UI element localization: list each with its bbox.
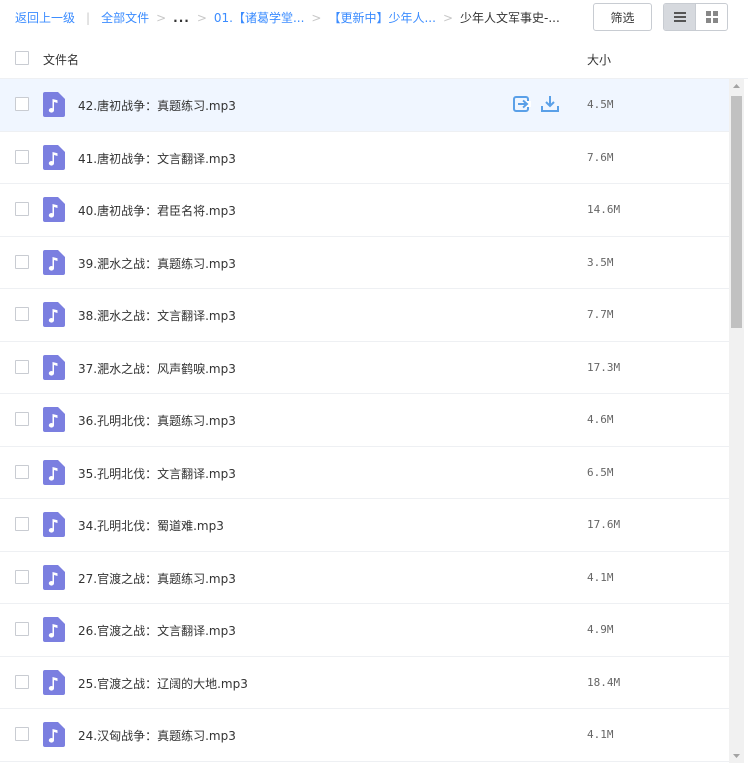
download-icon[interactable] (541, 95, 559, 113)
file-size: 17.3M (587, 360, 621, 374)
audio-file-icon (43, 722, 65, 747)
file-row[interactable]: 36.孔明北伐：真题练习.mp3 4.6M (0, 394, 729, 447)
file-name[interactable]: 39.淝水之战：真题练习.mp3 (78, 255, 236, 272)
file-size: 4.1M (587, 728, 614, 741)
file-size: 7.7M (587, 308, 614, 321)
file-checkbox[interactable] (15, 569, 29, 584)
file-name[interactable]: 36.孔明北伐：真题练习.mp3 (78, 412, 236, 429)
breadcrumb-arrow: > (196, 10, 207, 25)
file-name[interactable]: 25.官渡之战：辽阔的大地.mp3 (78, 675, 248, 692)
file-checkbox[interactable] (15, 464, 29, 479)
audio-file-icon (43, 354, 65, 380)
breadcrumb-current: 少年人文军事史-... (460, 11, 560, 25)
file-name[interactable]: 42.唐初战争：真题练习.mp3 (78, 97, 236, 114)
breadcrumb-folder-1[interactable]: 01.【诸葛学堂... (214, 9, 305, 26)
file-checkbox[interactable] (15, 307, 29, 321)
file-name[interactable]: 37.淝水之战：风声鹤唳.mp3 (78, 360, 236, 377)
file-checkbox[interactable] (15, 254, 29, 269)
audio-file-icon (43, 564, 65, 590)
breadcrumb-arrow: > (311, 10, 322, 25)
file-name[interactable]: 40.唐初战争：君臣名将.mp3 (78, 202, 236, 219)
list-view-icon (673, 12, 686, 22)
breadcrumb-all-files[interactable]: 全部文件 (101, 9, 149, 26)
row-actions (513, 95, 559, 113)
audio-file-icon (43, 459, 65, 485)
file-name[interactable]: 24.汉匈战争：真题练习.mp3 (78, 727, 236, 744)
file-list: 42.唐初战争：真题练习.mp3 4.5M 41.唐初战争：文言翻译.mp3 7.6M… (0, 79, 729, 762)
share-icon[interactable] (513, 95, 531, 113)
file-row[interactable]: 39.淝水之战：真题练习.mp3 3.5M (0, 237, 729, 289)
scrollbar-thumb[interactable] (731, 96, 742, 328)
top-bar: 返回上一级 | 全部文件 > ... > 01.【诸葛学堂... > 【更新中】… (0, 0, 748, 36)
file-checkbox[interactable] (15, 674, 29, 689)
file-name[interactable]: 26.官渡之战：文言翻译.mp3 (78, 622, 236, 639)
file-name[interactable]: 41.唐初战争：文言翻译.mp3 (78, 150, 236, 167)
select-all-checkbox[interactable] (15, 51, 29, 65)
file-name[interactable]: 27.官渡之战：真题练习.mp3 (78, 570, 236, 587)
audio-file-icon (43, 669, 65, 695)
grid-view-button[interactable] (695, 4, 727, 30)
scroll-up-arrow[interactable] (729, 79, 744, 93)
audio-file-icon (43, 144, 65, 170)
audio-file-icon (43, 197, 65, 222)
grid-view-icon (705, 11, 718, 23)
file-size: 14.6M (587, 203, 621, 216)
audio-file-icon (43, 249, 65, 275)
file-checkbox[interactable] (15, 622, 29, 636)
file-checkbox[interactable] (15, 359, 29, 374)
audio-file-icon (43, 92, 65, 117)
back-link[interactable]: 返回上一级 (15, 9, 75, 26)
file-checkbox[interactable] (15, 727, 29, 741)
file-size: 4.6M (587, 413, 614, 426)
file-row[interactable]: 24.汉匈战争：真题练习.mp3 4.1M (0, 709, 729, 762)
file-size: 3.5M (587, 255, 614, 269)
breadcrumb-arrow: > (156, 10, 167, 25)
file-size: 17.6M (587, 518, 621, 531)
audio-file-icon (43, 407, 65, 432)
file-size: 7.6M (587, 150, 614, 164)
breadcrumb-arrow: > (442, 10, 453, 25)
file-size: 18.4M (587, 675, 621, 689)
file-checkbox[interactable] (15, 149, 29, 164)
file-row[interactable]: 37.淝水之战：风声鹤唳.mp3 17.3M (0, 342, 729, 394)
file-size: 4.9M (587, 623, 614, 636)
breadcrumb-divider: | (86, 10, 91, 25)
audio-file-icon (43, 302, 65, 327)
file-row[interactable]: 34.孔明北伐：蜀道难.mp3 17.6M (0, 499, 729, 552)
list-header: 文件名 大小 (0, 36, 748, 79)
audio-file-icon (43, 617, 65, 642)
file-row[interactable]: 27.官渡之战：真题练习.mp3 4.1M (0, 552, 729, 604)
file-size: 4.1M (587, 570, 614, 584)
file-name[interactable]: 35.孔明北伐：文言翻译.mp3 (78, 465, 236, 482)
scroll-down-arrow[interactable] (729, 749, 744, 763)
file-row[interactable]: 35.孔明北伐：文言翻译.mp3 6.5M (0, 447, 729, 499)
file-name[interactable]: 34.孔明北伐：蜀道难.mp3 (78, 517, 224, 534)
column-header-name[interactable]: 文件名 (43, 51, 79, 68)
file-row[interactable]: 40.唐初战争：君臣名将.mp3 14.6M (0, 184, 729, 237)
file-checkbox[interactable] (15, 202, 29, 216)
breadcrumb: 返回上一级 | 全部文件 > ... > 01.【诸葛学堂... > 【更新中】… (15, 9, 560, 26)
file-checkbox[interactable] (15, 517, 29, 531)
file-row[interactable]: 26.官渡之战：文言翻译.mp3 4.9M (0, 604, 729, 657)
file-size: 4.5M (587, 98, 614, 111)
view-toggle (663, 3, 728, 31)
file-row[interactable]: 41.唐初战争：文言翻译.mp3 7.6M (0, 132, 729, 184)
file-size: 6.5M (587, 465, 614, 479)
breadcrumb-folder-2[interactable]: 【更新中】少年人... (328, 9, 435, 26)
breadcrumb-ellipsis[interactable]: ... (173, 11, 190, 25)
column-header-size[interactable]: 大小 (587, 51, 611, 68)
list-view-button[interactable] (664, 4, 696, 30)
file-row[interactable]: 25.官渡之战：辽阔的大地.mp3 18.4M (0, 657, 729, 709)
file-name[interactable]: 38.淝水之战：文言翻译.mp3 (78, 307, 236, 324)
file-row[interactable]: 42.唐初战争：真题练习.mp3 4.5M (0, 79, 729, 132)
filter-button[interactable]: 筛选 (593, 3, 652, 31)
file-checkbox[interactable] (15, 412, 29, 426)
scrollbar[interactable] (729, 79, 744, 763)
file-row[interactable]: 38.淝水之战：文言翻译.mp3 7.7M (0, 289, 729, 342)
file-checkbox[interactable] (15, 97, 29, 111)
audio-file-icon (43, 512, 65, 537)
